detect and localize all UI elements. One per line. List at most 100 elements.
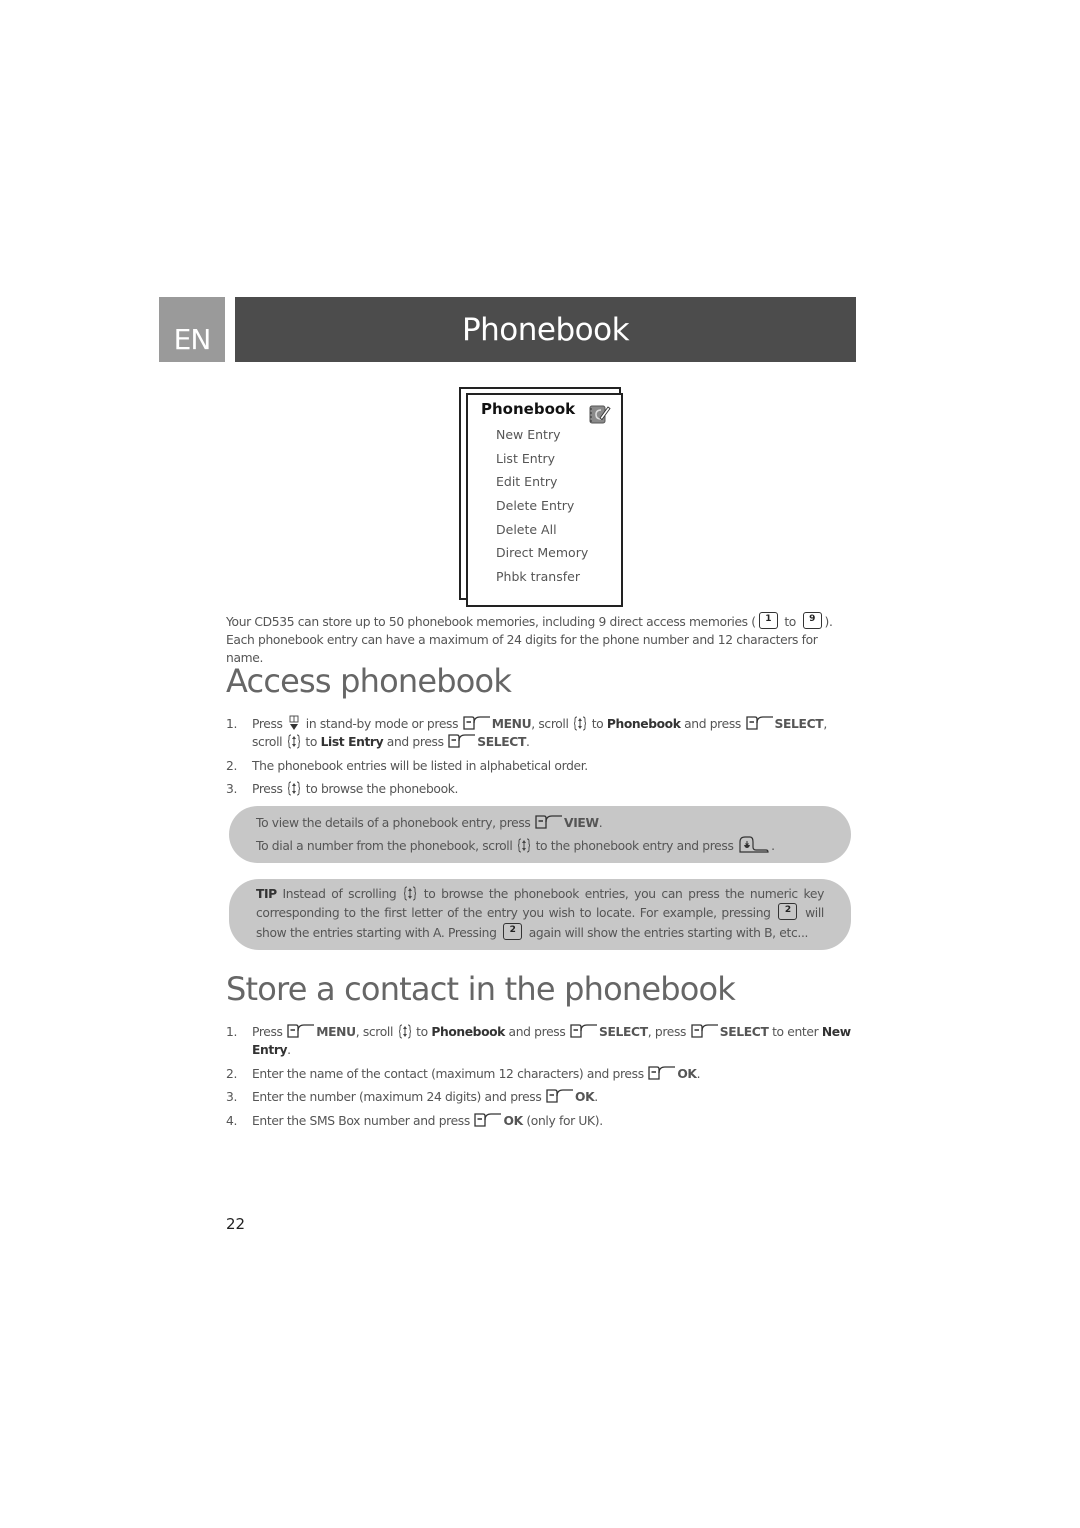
note-text: . xyxy=(771,839,775,853)
menu-name: Phonebook xyxy=(606,717,681,731)
step-number: 1. xyxy=(226,717,238,731)
tip-text: again will show the entries starting wit… xyxy=(528,925,809,940)
step-number: 3. xyxy=(226,782,238,796)
left-softkey-icon xyxy=(570,1024,598,1038)
step-text: and press xyxy=(508,1025,566,1039)
intro-text: to xyxy=(784,615,796,629)
step-text: The phonebook entries will be listed in … xyxy=(252,758,588,773)
note-text: To view the details of a phonebook entry… xyxy=(256,816,531,830)
left-softkey-icon xyxy=(746,716,774,730)
step-text: . xyxy=(287,1043,291,1057)
select-key-label: SELECT xyxy=(477,735,527,749)
key-9-icon: 9 xyxy=(802,612,822,629)
step-number: 2. xyxy=(226,1066,238,1081)
select-key-label: SELECT xyxy=(719,1025,769,1039)
note-line: To dial a number from the phonebook, scr… xyxy=(256,835,824,858)
key-2-icon: 2 xyxy=(503,922,523,940)
step-text: , press xyxy=(647,1025,687,1039)
nav-scroll-icon xyxy=(288,781,300,796)
left-softkey-icon xyxy=(546,1089,574,1103)
phone-menu-title: Phonebook xyxy=(481,400,576,418)
note-text: to the phonebook entry and press xyxy=(535,839,734,853)
note-text: To dial a number from the phonebook, scr… xyxy=(256,839,513,853)
step-item: 2. Enter the name of the contact (maximu… xyxy=(226,1065,856,1083)
left-softkey-icon xyxy=(287,1024,315,1038)
step-text: Enter the name of the contact (maximum 1… xyxy=(252,1066,644,1081)
step-text: to enter xyxy=(772,1025,819,1039)
phonebook-key-icon xyxy=(288,715,300,731)
phonebook-icon xyxy=(589,405,611,424)
step-item: 3. Press to browse the phonebook. xyxy=(226,780,856,798)
tip-label: TIP xyxy=(256,887,277,901)
step-number: 4. xyxy=(226,1113,238,1128)
step-number: 3. xyxy=(226,1090,238,1104)
page-title: Phonebook xyxy=(235,297,856,362)
intro-text: Each phonebook entry can have a maximum … xyxy=(226,633,818,665)
step-text: in stand-by mode or press xyxy=(305,717,459,731)
step-text: and press xyxy=(386,735,444,749)
step-text: , scroll xyxy=(355,1025,394,1039)
menu-item-direct-memory: Direct Memory xyxy=(496,545,589,561)
call-key-icon xyxy=(739,836,769,853)
step-text: . xyxy=(594,1090,598,1104)
left-softkey-icon xyxy=(535,815,563,829)
nav-scroll-icon xyxy=(288,734,300,749)
nav-scroll-icon xyxy=(404,886,416,901)
access-steps: 1. Press in stand-by mode or press MENU,… xyxy=(226,715,856,804)
section-heading-access: Access phonebook xyxy=(226,662,512,700)
step-text: Press xyxy=(252,1025,283,1039)
menu-item-edit-entry: Edit Entry xyxy=(496,474,558,490)
key-2-icon: 2 xyxy=(778,903,798,921)
nav-scroll-icon xyxy=(518,838,530,853)
key-1-icon: 1 xyxy=(758,612,778,629)
select-key-label: SELECT xyxy=(598,1025,648,1039)
menu-name: Phonebook xyxy=(431,1025,505,1039)
step-number: 2. xyxy=(226,758,238,773)
phone-menu-list: New Entry List Entry Edit Entry Delete E… xyxy=(496,423,588,589)
left-softkey-icon xyxy=(648,1066,676,1080)
nav-scroll-icon xyxy=(399,1024,411,1039)
intro-paragraph: Your CD535 can store up to 50 phonebook … xyxy=(226,612,856,667)
note-line: To view the details of a phonebook entry… xyxy=(256,812,824,835)
ok-key-label: OK xyxy=(503,1113,523,1128)
note-text: . xyxy=(598,816,603,830)
menu-item-delete-all: Delete All xyxy=(496,521,557,537)
menu-item-list-entry: List Entry xyxy=(496,450,556,466)
ok-key-label: OK xyxy=(574,1090,595,1104)
menu-key-label: MENU xyxy=(491,717,532,731)
step-text: to xyxy=(305,735,317,749)
step-item: 2. The phonebook entries will be listed … xyxy=(226,757,856,775)
step-item: 1. Press in stand-by mode or press MENU,… xyxy=(226,715,856,751)
left-softkey-icon xyxy=(474,1113,502,1127)
step-text: and press xyxy=(684,717,741,731)
language-tab: EN xyxy=(159,297,225,362)
menu-item-new-entry: New Entry xyxy=(496,427,561,442)
step-item: 4. Enter the SMS Box number and press OK… xyxy=(226,1112,856,1130)
step-number: 1. xyxy=(226,1025,238,1039)
left-softkey-icon xyxy=(448,734,476,748)
step-text: (only for UK). xyxy=(526,1113,603,1128)
step-text: Enter the number (maximum 24 digits) and… xyxy=(252,1090,542,1104)
left-softkey-icon xyxy=(463,716,491,730)
step-text: Enter the SMS Box number and press xyxy=(252,1113,470,1128)
step-text: to xyxy=(591,717,604,731)
left-softkey-icon xyxy=(691,1024,719,1038)
step-text: . xyxy=(526,735,530,749)
intro-text: Your CD535 can store up to 50 phonebook … xyxy=(226,615,756,629)
tip-note: TIP Instead of scrolling to browse the p… xyxy=(229,879,851,950)
menu-name: List Entry xyxy=(320,735,384,749)
step-text: to browse the phonebook. xyxy=(305,782,459,796)
step-text: to xyxy=(416,1025,428,1039)
page-number: 22 xyxy=(226,1215,246,1233)
tip-text: Instead of scrolling xyxy=(282,887,397,901)
phone-menu-screen: Phonebook New Entry List Entry Edit Entr… xyxy=(466,393,623,607)
select-key-label: SELECT xyxy=(774,717,824,731)
ok-key-label: OK xyxy=(677,1066,697,1081)
section-heading-store: Store a contact in the phonebook xyxy=(226,970,736,1008)
step-text: , scroll xyxy=(531,717,569,731)
nav-scroll-icon xyxy=(574,716,586,731)
step-text: Press xyxy=(252,782,283,796)
step-item: 3. Enter the number (maximum 24 digits) … xyxy=(226,1088,856,1106)
menu-item-phbk-transfer: Phbk transfer xyxy=(496,569,580,585)
menu-item-delete-entry: Delete Entry xyxy=(496,498,575,514)
